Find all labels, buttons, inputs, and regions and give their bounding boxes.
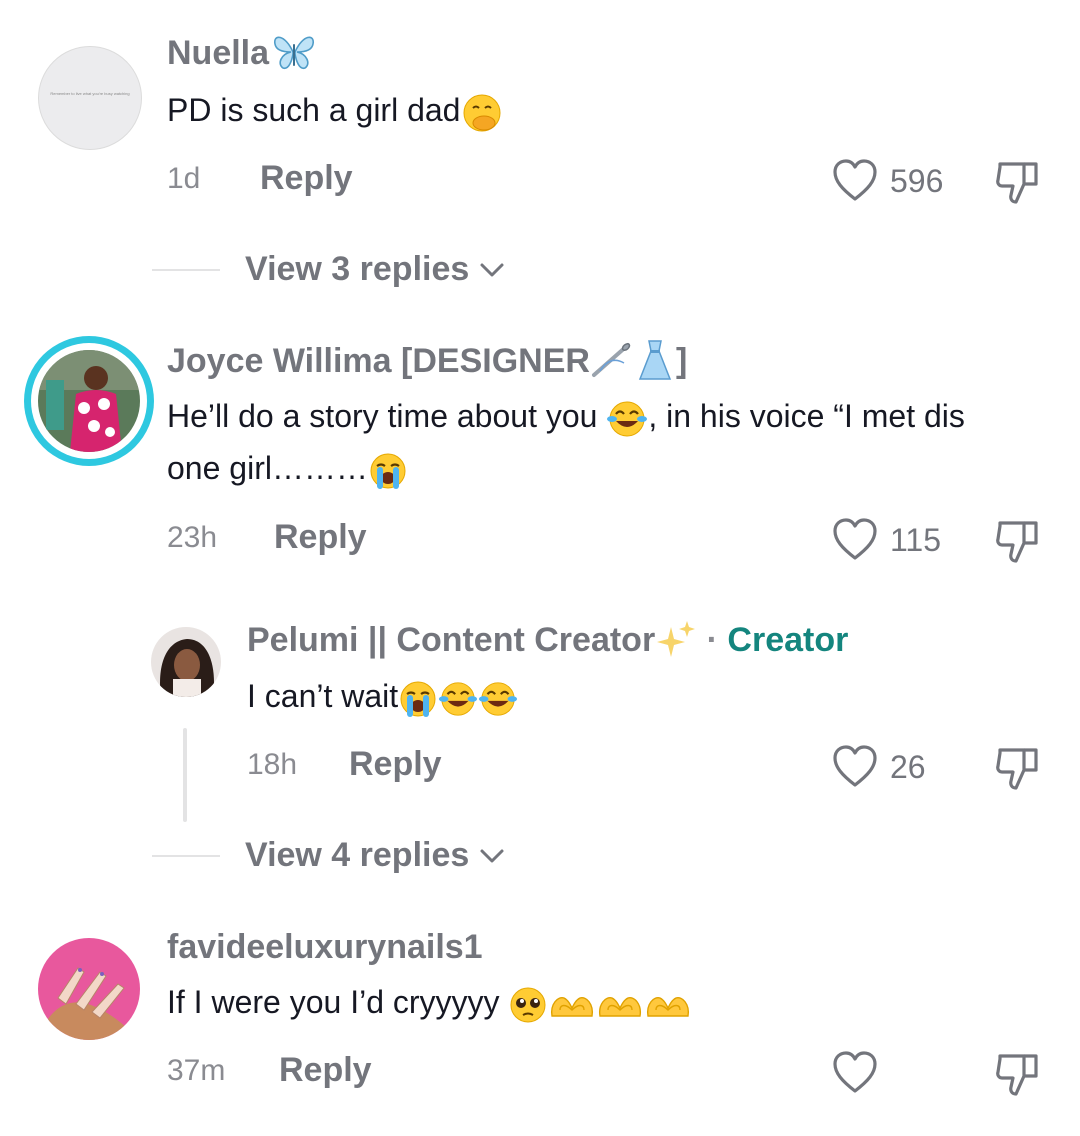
face-with-tears-of-joy-emoji xyxy=(607,401,648,437)
loudly-crying-face-emoji xyxy=(400,681,436,717)
avatar xyxy=(38,350,140,452)
chevron-down-icon xyxy=(480,263,504,276)
view-replies-button[interactable]: View 4 replies xyxy=(245,836,505,875)
heart-outline-icon[interactable] xyxy=(832,518,878,562)
butterfly-icon xyxy=(274,36,314,70)
comment-time: 37m xyxy=(167,1054,226,1087)
comment-text-line2: one girl……… xyxy=(167,442,408,494)
thumbs-down-icon[interactable] xyxy=(994,158,1044,208)
reply-button[interactable]: Reply xyxy=(279,1051,372,1090)
face-with-tears-of-joy-emoji xyxy=(479,681,518,716)
reply-button[interactable]: Reply xyxy=(349,745,442,784)
pleading-face-emoji xyxy=(510,987,546,1023)
heart-hands-emoji xyxy=(599,996,642,1017)
comment-text: I can’t wait xyxy=(247,670,518,722)
face-with-hand-over-mouth-emoji xyxy=(463,94,501,132)
comment-username[interactable]: Joyce Willima [DESIGNER ] xyxy=(167,340,687,381)
comment-text: He’ll do a story time about you , in his… xyxy=(167,390,965,442)
heart-outline-icon[interactable] xyxy=(832,745,878,789)
comment-time: 1d xyxy=(167,162,201,195)
avatar[interactable] xyxy=(151,627,221,697)
reply-thread-line xyxy=(183,728,187,822)
thumbs-down-icon[interactable] xyxy=(994,1050,1044,1100)
avatar[interactable] xyxy=(38,938,140,1040)
creator-badge: Creator xyxy=(727,621,849,659)
comment-text: If I were you I’d cryyyyy xyxy=(167,976,692,1028)
heart-hands-emoji xyxy=(647,996,690,1017)
like-count: 115 xyxy=(890,522,942,558)
avatar-caption: Remember to live what you're busy watchi… xyxy=(50,91,130,96)
chevron-down-icon xyxy=(480,849,504,862)
comment-username[interactable]: Pelumi || Content Creator · Creator xyxy=(247,621,848,660)
sparkles-icon xyxy=(657,621,696,658)
like-count: 596 xyxy=(890,163,944,199)
loudly-crying-face-emoji xyxy=(370,453,406,489)
reply-button[interactable]: Reply xyxy=(260,159,353,198)
face-with-tears-of-joy-emoji xyxy=(439,681,478,716)
comment-time: 23h xyxy=(167,521,218,554)
replies-divider xyxy=(152,855,220,857)
comment-time: 18h xyxy=(247,748,298,781)
comment-username[interactable]: favideeluxurynails1 xyxy=(167,928,483,967)
dress-icon xyxy=(638,340,672,380)
replies-divider xyxy=(152,269,220,271)
like-count: 26 xyxy=(890,749,926,785)
username-text: Nuella xyxy=(167,34,270,72)
heart-hands-emoji xyxy=(551,996,594,1017)
avatar[interactable]: Remember to live what you're busy watchi… xyxy=(38,46,142,150)
view-replies-button[interactable]: View 3 replies xyxy=(245,250,505,289)
heart-outline-icon[interactable] xyxy=(832,159,878,203)
heart-outline-icon[interactable] xyxy=(832,1051,878,1095)
comment-username[interactable]: Nuella xyxy=(167,34,317,73)
reply-button[interactable]: Reply xyxy=(274,518,367,557)
comment-text: PD is such a girl dad xyxy=(167,84,502,136)
thumbs-down-icon[interactable] xyxy=(994,744,1044,794)
thumbs-down-icon[interactable] xyxy=(994,517,1044,567)
avatar-story-ring[interactable] xyxy=(24,336,154,466)
needle-icon xyxy=(591,343,631,378)
